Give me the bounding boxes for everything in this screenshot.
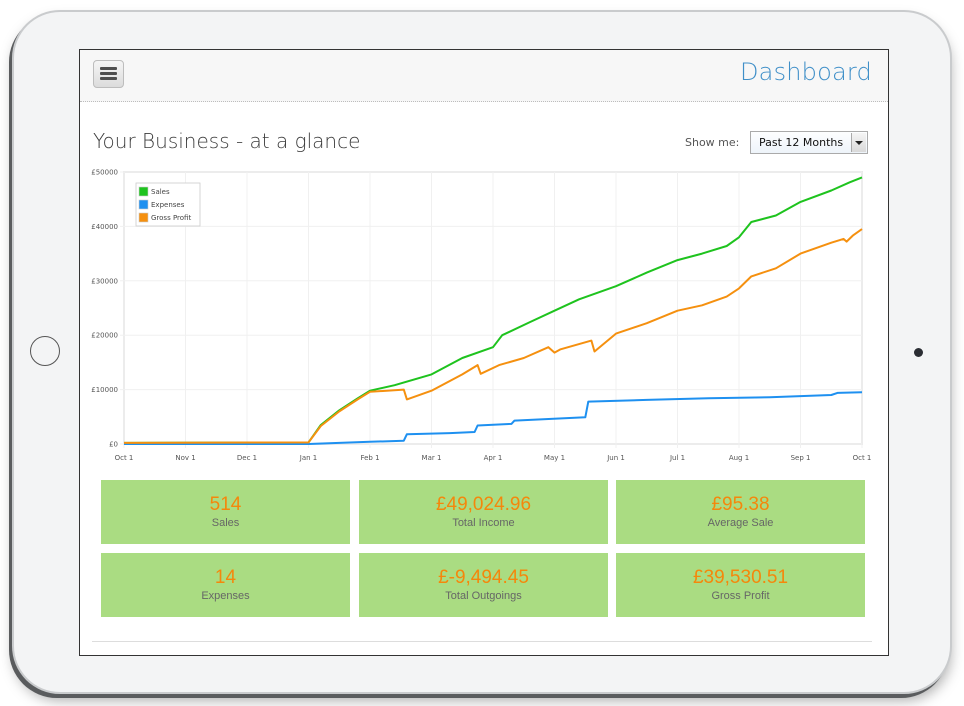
stat-label: Total Outgoings (445, 590, 522, 602)
stat-card-expenses: 14 Expenses (101, 553, 350, 617)
stat-label: Total Income (452, 517, 515, 529)
x-tick-label: Oct 1 (115, 454, 134, 462)
period-select[interactable]: Past 12 Months (750, 131, 868, 154)
period-select-value: Past 12 Months (759, 136, 844, 149)
legend-swatch (138, 186, 149, 197)
filter-label: Show me: (685, 136, 740, 149)
divider (92, 641, 872, 642)
camera-icon (914, 348, 923, 357)
y-tick-label: £10000 (91, 386, 118, 394)
x-tick-label: Oct 1 (853, 454, 872, 462)
app-title: Dashboard (739, 58, 872, 86)
stat-label: Sales (211, 517, 240, 529)
home-button[interactable] (30, 336, 60, 366)
hamburger-menu-icon (100, 77, 117, 80)
stat-value: £49,024.96 (435, 494, 532, 515)
stat-card-total-outgoings: £-9,494.45 Total Outgoings (359, 553, 608, 617)
legend-swatch (138, 199, 149, 210)
stat-value: £95.38 (711, 494, 770, 515)
stat-value: 514 (209, 494, 242, 515)
page-title: Your Business - at a glance (93, 129, 361, 153)
legend-label: Expenses (151, 201, 185, 209)
x-tick-label: May 1 (544, 454, 565, 462)
y-tick-label: £30000 (91, 277, 118, 285)
stat-card-gross-profit: £39,530.51 Gross Profit (616, 553, 865, 617)
x-tick-label: Jun 1 (606, 454, 625, 462)
stat-label: Expenses (201, 590, 250, 602)
y-tick-label: £50000 (91, 169, 118, 177)
legend-label: Sales (151, 188, 170, 196)
x-tick-label: Feb 1 (360, 454, 379, 462)
x-tick-label: Mar 1 (422, 454, 442, 462)
x-tick-label: Jan 1 (299, 454, 317, 462)
x-tick-label: Nov 1 (175, 454, 195, 462)
x-tick-label: Aug 1 (729, 454, 749, 462)
y-tick-label: £0 (109, 441, 118, 449)
legend-label: Gross Profit (151, 214, 191, 222)
menu-button[interactable] (93, 60, 124, 88)
stat-card-average-sale: £95.38 Average Sale (616, 480, 865, 544)
legend-swatch (138, 212, 149, 223)
stat-card-sales: 514 Sales (101, 480, 350, 544)
stat-label: Gross Profit (711, 590, 770, 602)
x-tick-label: Apr 1 (484, 454, 503, 462)
hamburger-menu-icon (100, 67, 117, 70)
app-screen: Dashboard Your Business - at a glance Sh… (79, 49, 889, 656)
stat-label: Average Sale (707, 517, 774, 529)
x-tick-label: Jul 1 (669, 454, 685, 462)
hamburger-menu-icon (100, 72, 117, 75)
y-tick-label: £40000 (91, 223, 118, 231)
sales-chart: Oct 1 Nov 1 Dec 1 Jan 1 Feb 1 Mar 1 Apr 1 May 1… (91, 169, 872, 463)
stat-card-total-income: £49,024.96 Total Income (359, 480, 608, 544)
chevron-down-icon[interactable] (851, 133, 866, 152)
x-tick-label: Dec 1 (237, 454, 257, 462)
top-bar: Dashboard (80, 50, 888, 102)
stat-value: £39,530.51 (692, 567, 789, 588)
x-tick-label: Sep 1 (791, 454, 811, 462)
stat-value: £-9,494.45 (438, 567, 529, 588)
stat-value: 14 (214, 567, 237, 588)
y-tick-label: £20000 (91, 332, 118, 340)
